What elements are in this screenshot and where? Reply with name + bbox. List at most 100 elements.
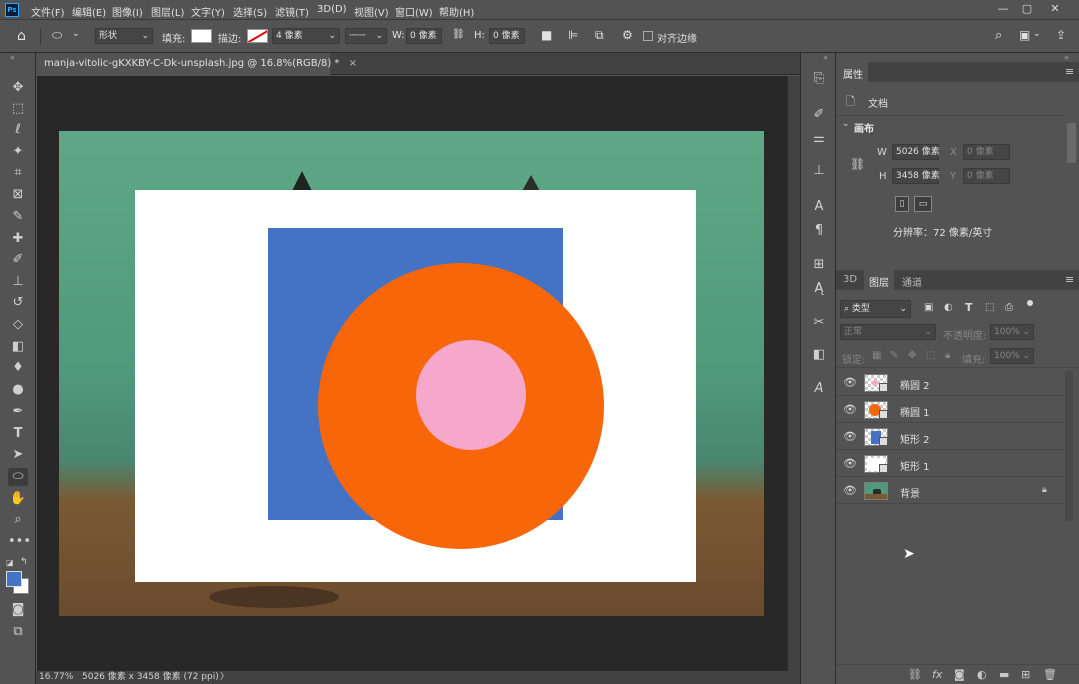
tab-3d[interactable]: 3D — [843, 274, 857, 285]
collapse-icon[interactable]: « — [823, 53, 828, 62]
share-icon[interactable]: ⇪ — [1056, 28, 1066, 42]
collapse-icon[interactable]: » — [1064, 53, 1069, 62]
foreground-color-swatch[interactable] — [6, 571, 22, 587]
menu-filter[interactable]: 滤镜(T) — [275, 4, 309, 19]
collapse-icon[interactable]: » — [10, 53, 15, 62]
properties-tab[interactable]: 属性 — [843, 66, 863, 81]
default-colors-icon[interactable]: ◪ — [6, 558, 14, 567]
search-icon[interactable]: ⌕ — [995, 28, 1002, 43]
visibility-eye-icon[interactable]: 👁 — [843, 403, 857, 416]
visibility-eye-icon[interactable]: 👁 — [843, 484, 857, 497]
visibility-eye-icon[interactable]: 👁 — [843, 430, 857, 443]
menu-3d[interactable]: 3D(D) — [317, 4, 347, 15]
clone-stamp-tool-icon[interactable]: ⊥ — [8, 273, 28, 291]
menu-type[interactable]: 文字(Y) — [191, 4, 225, 19]
navigator-icon[interactable]: ◧ — [809, 345, 829, 365]
character-panel-icon[interactable]: A — [809, 197, 829, 217]
filter-toggle-icon[interactable] — [1027, 300, 1033, 306]
pen-tool-icon[interactable]: ✒ — [8, 403, 28, 421]
canvas-height-field[interactable]: 3458 像素 — [892, 168, 940, 184]
paragraph-panel-icon[interactable]: ¶ — [809, 221, 829, 241]
zoom-level[interactable]: 16.77% — [39, 671, 73, 684]
close-window-button[interactable]: ✕ — [1046, 2, 1064, 16]
glyphs-icon[interactable]: A — [809, 379, 829, 399]
layer-row[interactable]: 👁 矩形 2 — [836, 424, 1064, 450]
zoom-tool-icon[interactable]: ⌕ — [8, 511, 28, 529]
blur-tool-icon[interactable]: ♦ — [8, 359, 28, 377]
stroke-type-select[interactable]: ╌╌╌ ⌄ — [345, 28, 387, 44]
smart-object-filter-icon[interactable]: ⎙ — [1005, 302, 1013, 313]
marquee-tool-icon[interactable]: ⬚ — [8, 100, 28, 118]
crop-tool-icon[interactable]: ⌗ — [8, 164, 28, 182]
menu-help[interactable]: 帮助(H) — [439, 4, 474, 19]
link-icon[interactable]: ⛓ — [452, 29, 465, 40]
brush-tool-icon[interactable]: ✐ — [8, 251, 28, 269]
pixel-filter-icon[interactable]: ▣ — [924, 302, 933, 313]
tool-mode-select[interactable]: 形状 ⌄ — [95, 28, 153, 44]
visibility-eye-icon[interactable]: 👁 — [843, 457, 857, 470]
ellipse-tool-icon[interactable]: ⬭ — [8, 468, 28, 486]
stroke-width-field[interactable]: 4 像素 ⌄ — [272, 28, 340, 44]
layer-row[interactable]: 👁 矩形 1 — [836, 451, 1064, 477]
gear-icon[interactable]: ⚙ — [622, 28, 633, 42]
tab-channels[interactable]: 通道 — [902, 274, 922, 289]
portrait-orientation-icon[interactable]: ▯ — [895, 196, 909, 212]
menu-file[interactable]: 文件(F) — [31, 4, 65, 19]
tools-panel-icon[interactable]: ✂ — [809, 313, 829, 333]
quick-mask-icon[interactable]: ◙ — [8, 601, 28, 619]
history-panel-icon[interactable]: ⎘ — [809, 69, 829, 89]
panel-menu-icon[interactable]: ≡ — [1065, 273, 1074, 286]
dodge-tool-icon[interactable]: ● — [8, 381, 28, 399]
type-filter-icon[interactable]: T — [965, 301, 973, 314]
character-styles-icon[interactable]: Ą — [809, 279, 829, 299]
paragraph-styles-icon[interactable]: ⊞ — [809, 255, 829, 275]
hand-tool-icon[interactable]: ✋ — [8, 490, 28, 508]
new-layer-icon[interactable]: ⊞ — [1021, 668, 1030, 681]
visibility-eye-icon[interactable]: 👁 — [843, 376, 857, 389]
healing-brush-tool-icon[interactable]: ✚ — [8, 230, 28, 248]
screen-mode-icon[interactable]: ⧉ — [8, 623, 28, 641]
align-edges-checkbox[interactable] — [643, 31, 653, 41]
chevron-down-icon[interactable]: ⌄ — [72, 29, 80, 39]
layers-scrollbar[interactable] — [1065, 371, 1073, 521]
delete-layer-icon[interactable]: 🗑︎ — [1043, 668, 1057, 681]
magic-wand-tool-icon[interactable]: ✦ — [8, 143, 28, 161]
shape-filter-icon[interactable]: ⬚ — [985, 302, 994, 313]
stroke-swatch[interactable] — [247, 29, 268, 43]
layer-row[interactable]: 👁 椭圆 2 — [836, 370, 1064, 396]
menu-layer[interactable]: 图层(L) — [151, 4, 184, 19]
path-arrangement-icon[interactable]: ⧉ — [595, 28, 604, 43]
ellipse-2-shape[interactable] — [416, 340, 526, 450]
adjustment-filter-icon[interactable]: ◐ — [944, 302, 953, 313]
move-tool-icon[interactable]: ✥ — [8, 79, 28, 97]
menu-view[interactable]: 视图(V) — [354, 4, 389, 19]
landscape-orientation-icon[interactable]: ▭ — [914, 196, 932, 212]
gradient-tool-icon[interactable]: ◧ — [8, 338, 28, 356]
chevron-down-icon[interactable]: ⌄ — [1033, 29, 1041, 39]
menu-image[interactable]: 图像(I) — [112, 4, 143, 19]
more-tools-icon[interactable]: ••• — [8, 533, 31, 551]
layer-row[interactable]: 👁 背景 🔒︎ — [836, 478, 1064, 504]
layer-row[interactable]: 👁 椭圆 1 — [836, 397, 1064, 423]
eraser-tool-icon[interactable]: ◇ — [8, 316, 28, 334]
canvas-width-field[interactable]: 5026 像素 — [892, 144, 940, 160]
frame-tool-icon[interactable]: ⊠ — [8, 186, 28, 204]
lasso-tool-icon[interactable]: ℓ — [8, 121, 28, 139]
close-tab-icon[interactable]: × — [349, 58, 357, 69]
menu-select[interactable]: 选择(S) — [233, 4, 267, 19]
new-group-icon[interactable]: ▬ — [999, 668, 1009, 681]
path-operations-icon[interactable]: ■ — [541, 28, 552, 42]
layer-filter-select[interactable]: ⌕ 类型 ⌄ — [840, 300, 911, 318]
status-menu-arrow[interactable]: 〉 — [220, 671, 229, 684]
tab-layers[interactable]: 图层 — [869, 274, 889, 289]
link-layers-icon[interactable]: ⛓ — [908, 668, 922, 681]
menu-edit[interactable]: 编辑(E) — [72, 4, 106, 19]
layer-style-fx-icon[interactable]: fx — [932, 668, 942, 681]
panel-menu-icon[interactable]: ≡ — [1065, 65, 1074, 78]
path-selection-tool-icon[interactable]: ➤ — [8, 446, 28, 464]
width-field[interactable]: 0 像素 — [406, 28, 442, 44]
menu-window[interactable]: 窗口(W) — [395, 4, 433, 19]
fill-swatch[interactable] — [191, 29, 212, 43]
brush-settings-icon[interactable]: ✐ — [809, 105, 829, 125]
type-tool-icon[interactable]: T — [8, 425, 28, 443]
